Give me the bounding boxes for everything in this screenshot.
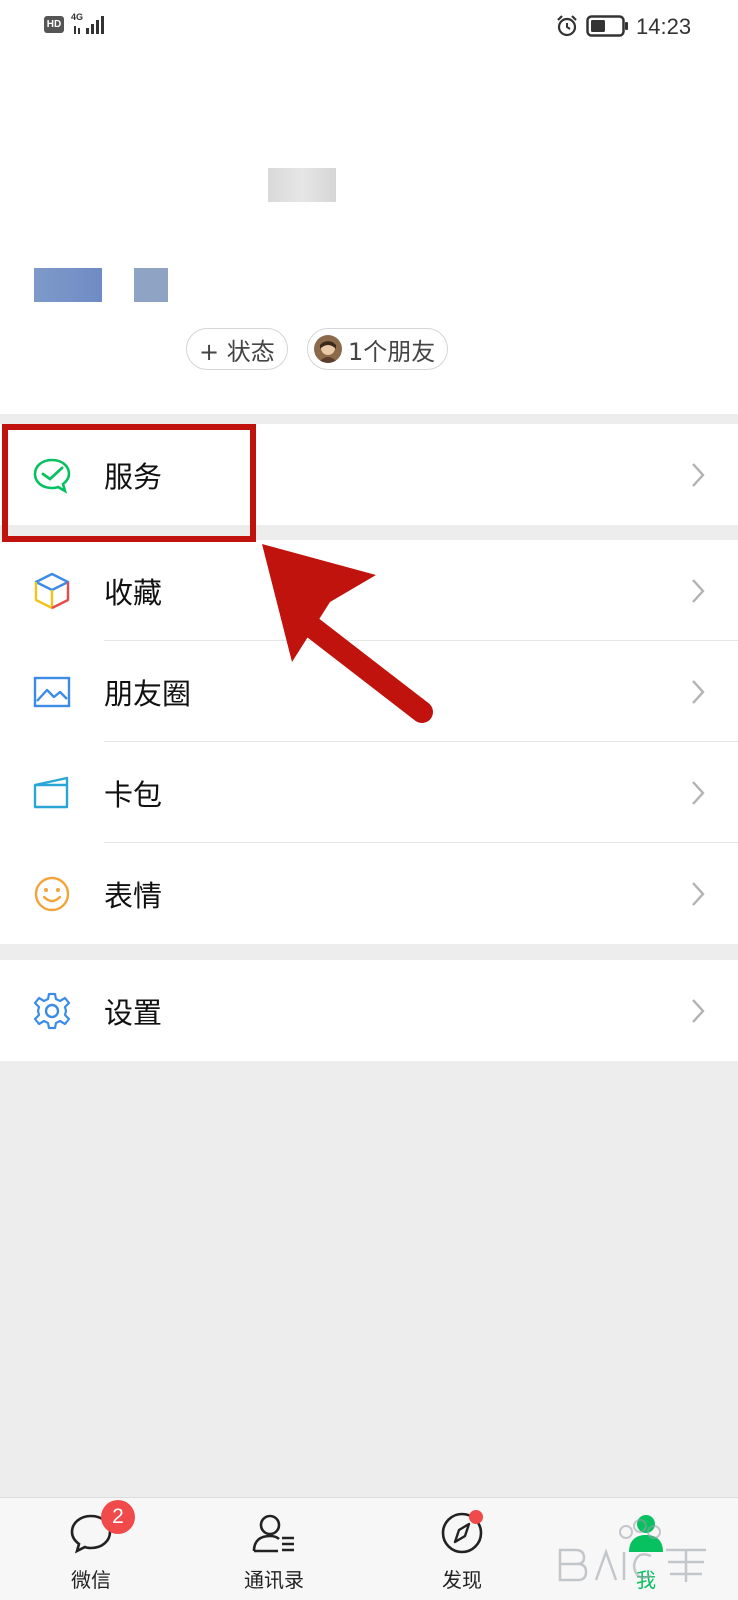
chevron-right-icon <box>692 578 705 603</box>
signal-icon <box>74 16 104 34</box>
chevron-right-icon <box>692 998 705 1023</box>
notification-dot <box>469 1510 483 1524</box>
alarm-icon <box>557 15 577 37</box>
friend-avatar <box>314 335 342 363</box>
friends-chip[interactable]: 1个朋友 <box>307 328 449 370</box>
settings-group: 设置 <box>0 960 738 1061</box>
blurred-avatar <box>34 268 102 302</box>
tab-discover[interactable]: 发现 <box>402 1498 522 1600</box>
chevron-right-icon <box>692 462 705 487</box>
chevron-right-icon <box>692 881 705 906</box>
highlight-box <box>2 424 256 542</box>
status-chip-label: + 状态 <box>199 337 275 366</box>
contacts-icon <box>252 1514 294 1553</box>
moments-label: 朋友圈 <box>104 676 192 711</box>
image-icon <box>33 676 71 707</box>
cards-label: 卡包 <box>104 777 163 812</box>
tab-contacts-label: 通讯录 <box>244 1568 304 1592</box>
chevron-right-icon <box>692 679 705 704</box>
watermark-logo <box>558 1519 706 1582</box>
status-bar: HD 4G 14:23 <box>0 0 738 52</box>
card-icon <box>33 776 69 808</box>
menu-item-cards[interactable]: 卡包 <box>0 742 738 843</box>
blurred-id <box>134 268 168 302</box>
stickers-label: 表情 <box>104 878 163 913</box>
friends-chip-label: 1个朋友 <box>348 337 436 366</box>
tab-chats-label: 微信 <box>71 1568 111 1592</box>
menu-item-stickers[interactable]: 表情 <box>0 843 738 944</box>
battery-icon <box>586 15 628 37</box>
smiley-icon <box>34 876 70 911</box>
clock: 14:23 <box>636 14 692 39</box>
menu-item-settings[interactable]: 设置 <box>0 960 738 1061</box>
chevron-right-icon <box>692 780 705 805</box>
unread-badge: 2 <box>101 1500 135 1534</box>
tab-discover-label: 发现 <box>442 1568 482 1592</box>
settings-label: 设置 <box>104 995 163 1030</box>
status-chip[interactable]: + 状态 <box>186 328 288 370</box>
annotation-arrow <box>262 544 433 723</box>
tab-chats[interactable]: 2 微信 <box>31 1498 151 1600</box>
cube-icon <box>34 572 70 609</box>
hd-icon: HD <box>44 16 64 33</box>
gear-icon <box>33 992 71 1029</box>
blurred-nickname <box>268 168 336 202</box>
tab-contacts[interactable]: 通讯录 <box>214 1498 334 1600</box>
favorites-label: 收藏 <box>104 575 163 610</box>
